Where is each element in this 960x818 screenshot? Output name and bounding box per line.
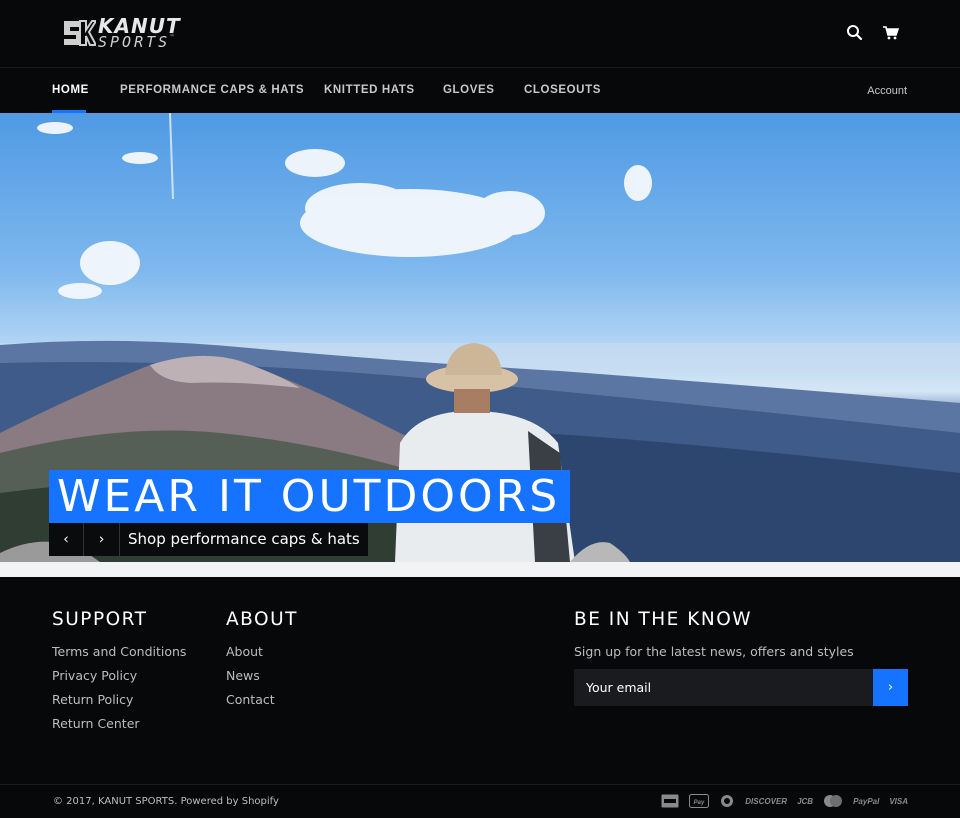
contact-link[interactable]: Contact [226,692,275,707]
chevron-right-icon: › [98,531,105,548]
jcb-icon: JCB [797,796,814,806]
hero-headline: WEAR IT OUTDOORS [49,470,571,523]
nav-gloves[interactable]: GLOVES [443,84,495,96]
hero-slideshow: WEAR IT OUTDOORS ‹ › Shop performance ca… [0,113,960,562]
nav-home[interactable]: HOME [52,84,89,96]
ks-logo-icon [60,17,98,49]
return-policy-link[interactable]: Return Policy [52,692,133,707]
return-center-link[interactable]: Return Center [52,716,140,731]
main-nav: HOME PERFORMANCE CAPS & HATS KNITTED HAT… [0,69,960,113]
terms-link[interactable]: Terms and Conditions [52,644,186,659]
news-link[interactable]: News [226,668,260,683]
mastercard-icon [823,793,843,809]
site-header: KANUT SPORTS™ [0,0,960,68]
slide-prev-button[interactable]: ‹ [49,523,84,556]
privacy-policy-link[interactable]: Privacy Policy [52,668,137,683]
account-link[interactable]: Account [867,85,907,97]
kanut-sports-logo[interactable]: KANUT SPORTS™ [60,16,181,50]
paypal-icon: PayPal [853,796,880,806]
nav-performance-caps-hats[interactable]: PERFORMANCE CAPS & HATS [120,84,304,96]
search-icon[interactable] [846,24,864,42]
nav-closeouts[interactable]: CLOSEOUTS [524,84,601,96]
payment-icons: Pay DISCOVER JCB PayPal VISA [651,793,908,809]
slide-next-button[interactable]: › [84,523,120,556]
apple-pay-icon: Pay [689,793,710,809]
visa-icon: VISA [889,796,908,806]
email-field[interactable] [574,669,873,706]
diners-icon [719,793,735,809]
copyright-text: © 2017, KANUT SPORTS. Powered by Shopify [53,796,279,807]
nav-knitted-hats[interactable]: KNITTED HATS [324,84,415,96]
cart-icon[interactable] [882,24,900,42]
chevron-left-icon: ‹ [63,531,69,548]
footer-divider [0,784,960,785]
about-link[interactable]: About [226,644,263,659]
discover-icon: DISCOVER [745,796,788,806]
site-footer: SUPPORT Terms and Conditions Privacy Pol… [0,577,960,818]
hero-cta-link[interactable]: Shop performance caps & hats [120,523,368,556]
newsletter-submit-button[interactable]: › [873,669,908,706]
support-heading: SUPPORT [52,609,148,630]
amex-icon [661,793,679,809]
newsletter-heading: BE IN THE KNOW [574,609,753,630]
section-divider-strip [0,562,960,577]
chevron-right-icon: › [887,679,894,695]
newsletter-text: Sign up for the latest news, offers and … [574,644,854,659]
about-heading: ABOUT [226,609,298,630]
svg-text:Pay: Pay [694,800,705,806]
